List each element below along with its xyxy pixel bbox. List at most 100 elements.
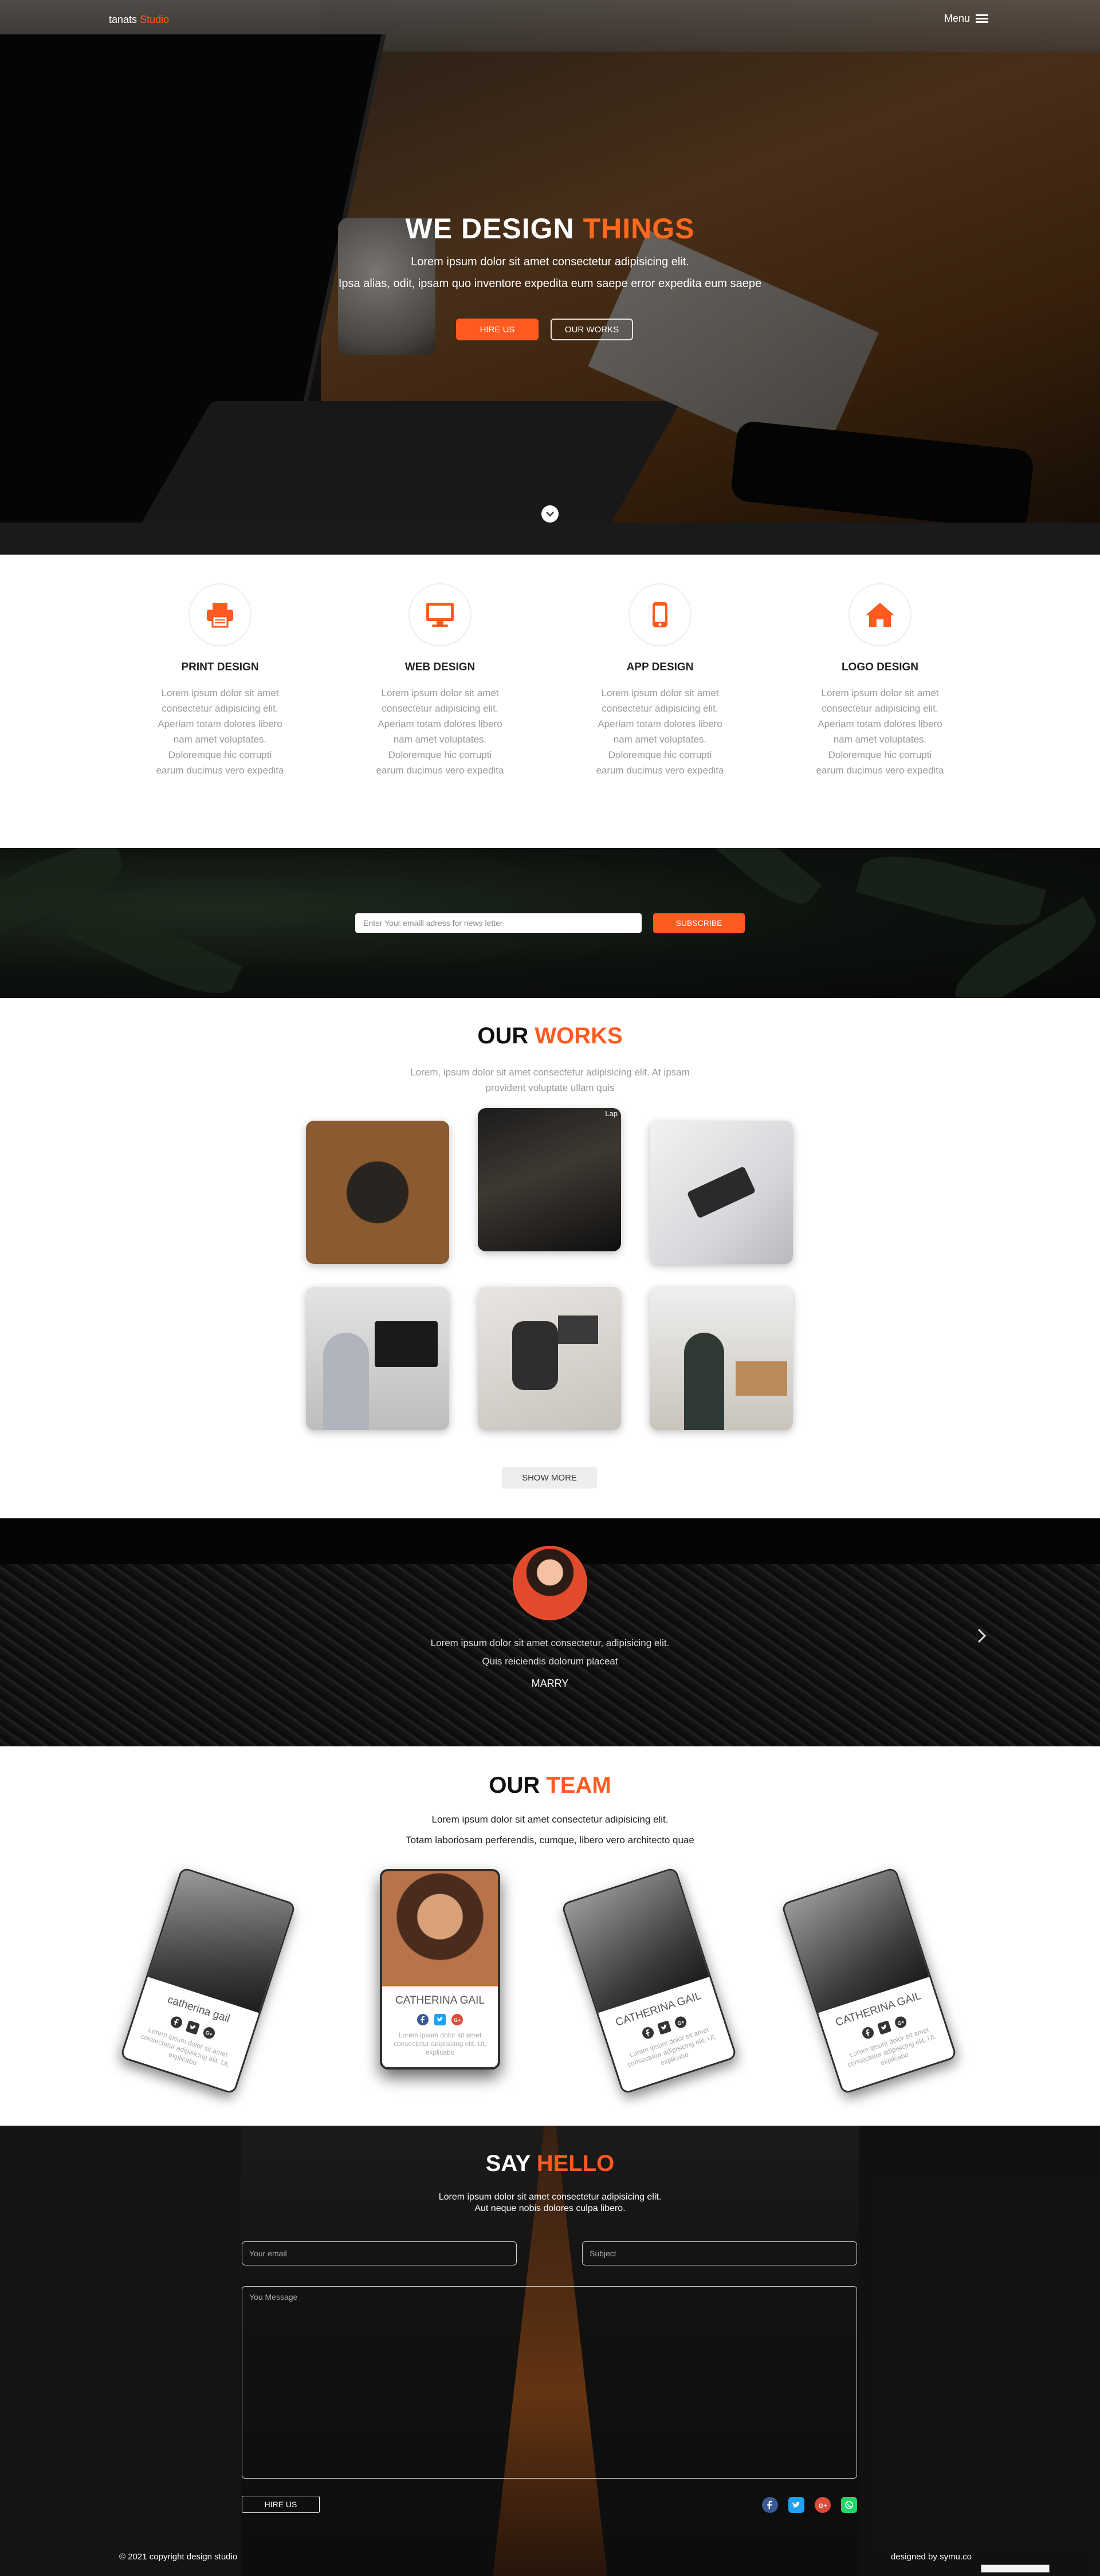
service-app-design: APP DESIGN Lorem ipsum dolor sit amet co… [586,583,734,778]
team-section: OUR TEAM Lorem ipsum dolor sit amet cons… [0,1746,1100,2126]
newsletter-section: SUBSCRIBE [0,848,1100,998]
hero-title-part1: WE DESIGN [405,213,575,245]
work-item-camera-gear[interactable] [306,1121,449,1264]
footer-facebook-icon[interactable] [762,2497,778,2513]
service-description: Lorem ipsum dolor sit amet consectetur a… [376,688,504,776]
team-title: OUR TEAM [0,1773,1100,1799]
broken-image-badge [981,2565,1050,2573]
laptop-shape [558,1316,598,1344]
hamburger-icon [976,14,989,23]
service-web-design: WEB DESIGN Lorem ipsum dolor sit amet co… [366,583,514,778]
leaf-decoration [855,848,1047,940]
svg-text:G+: G+ [819,2503,827,2508]
home-icon [866,603,894,627]
works-title-part2: WORKS [535,1023,623,1049]
facebook-icon[interactable] [169,2015,184,2030]
team-member-name: CATHERINA GAIL [395,1994,485,2006]
footer-credit[interactable]: designed by symu.co [891,2552,972,2562]
chevron-down-icon [546,512,554,517]
leaf-decoration [690,848,822,916]
service-description: Lorem ipsum dolor sit amet consectetur a… [816,688,944,776]
subscribe-button[interactable]: SUBSCRIBE [653,913,745,933]
work-hover-label: Lap [605,1109,618,1118]
brand-name-part2: Studio [140,14,170,25]
service-title: LOGO DESIGN [841,661,919,673]
facebook-icon[interactable] [861,2025,875,2040]
team-title-part2: TEAM [546,1773,611,1798]
contact-hire-us-button[interactable]: HIRE US [242,2496,320,2513]
team-member-photo [147,1868,294,2013]
show-more-button[interactable]: SHOW MORE [502,1467,597,1489]
team-card[interactable]: catherina gail G+ Lorem ipsum dolor sit … [120,1867,296,2095]
footer-copyright: © 2021 copyright design studio [119,2552,238,2562]
footer-google-plus-icon[interactable]: G+ [815,2497,831,2513]
menu-label: Menu [944,13,971,24]
svg-text:G+: G+ [897,2019,905,2026]
twitter-icon[interactable] [434,2014,446,2025]
work-item-phone-bed[interactable] [650,1121,793,1264]
twitter-icon[interactable] [877,2020,892,2035]
google-plus-icon[interactable]: G+ [202,2025,217,2040]
brand-logo[interactable]: tanats Studio [109,14,169,26]
hire-us-button[interactable]: HIRE US [456,319,539,340]
google-plus-icon[interactable]: G+ [451,2014,463,2025]
svg-text:G+: G+ [205,2029,213,2036]
twitter-icon[interactable] [657,2020,672,2035]
team-member-photo [783,1868,930,2013]
person-shape [323,1333,369,1430]
footer-twitter-icon[interactable] [788,2497,804,2513]
subject-field[interactable] [582,2241,857,2265]
menu-button[interactable]: Menu [944,13,989,25]
testimonial-avatar [513,1546,587,1620]
hero-section: tanats Studio Menu WE DESIGN THINGS Lore… [0,0,1100,555]
brand-name-part1: tanats [109,14,138,25]
works-section: OUR WORKS Lorem, ipsum dolor sit amet co… [0,998,1100,1518]
hero-title-part2: THINGS [583,213,695,245]
team-member-bio: Lorem ipsum dolor sit amet consectetur a… [393,2031,487,2056]
work-item-woman-laptop[interactable]: Lap [478,1108,621,1251]
team-card[interactable]: CATHERINA GAIL G+ Lorem ipsum dolor sit … [561,1867,737,2095]
contact-title-part2: HELLO [536,2151,615,2176]
team-subtitle-line2: Totam laboriosam perferendis, cumque, li… [406,1835,694,1845]
service-description: Lorem ipsum dolor sit amet consectetur a… [156,688,284,776]
twitter-icon[interactable] [185,2020,201,2035]
team-member-photo [563,1868,710,2013]
desktop-icon [426,603,454,627]
hero-title: WE DESIGN THINGS [0,212,1100,245]
email-field[interactable] [242,2241,517,2265]
message-field[interactable] [242,2286,857,2479]
service-title: WEB DESIGN [404,661,476,673]
work-item-woman-office[interactable] [650,1287,793,1430]
hero-subtitle-line2: Ipsa alias, odit, ipsam quo inventore ex… [338,277,762,290]
newsletter-email-input[interactable] [355,913,642,933]
work-item-desk-top-view[interactable] [478,1287,621,1430]
svg-text:G+: G+ [454,2017,461,2023]
accent-divider [382,1985,498,1986]
chevron-right-icon[interactable] [976,1627,988,1644]
google-plus-icon[interactable]: G+ [893,2015,908,2030]
team-card-active[interactable]: CATHERINA GAIL G+ Lorem ipsum dolor sit … [380,1869,500,2070]
testimonial-author: MARRY [531,1678,569,1689]
our-works-button[interactable]: OUR WORKS [551,319,633,340]
testimonial-section: Lorem ipsum dolor sit amet consectetur, … [0,1518,1100,1746]
monitor-shape [375,1321,438,1367]
scroll-down-button[interactable] [541,505,559,523]
work-item-man-monitor[interactable] [306,1287,449,1430]
svg-text:G+: G+ [677,2019,685,2026]
works-title-part1: OUR [477,1023,529,1049]
team-card[interactable]: CATHERINA GAIL G+ Lorem ipsum dolor sit … [781,1867,957,2095]
team-member-photo [382,1871,498,1985]
hero-bottom-band [0,523,1100,555]
google-plus-icon[interactable]: G+ [673,2015,688,2030]
person-shape [512,1321,558,1390]
testimonial-quote-line2: Quis reiciendis dolorum placeat [482,1656,618,1667]
phone-shape [686,1166,756,1219]
facebook-icon[interactable] [417,2014,429,2025]
works-subtitle: Lorem, ipsum dolor sit amet consectetur … [410,1067,690,1093]
service-print-design: PRINT DESIGN Lorem ipsum dolor sit amet … [146,583,294,778]
contact-title-part1: SAY [485,2151,531,2176]
footer-whatsapp-icon[interactable] [841,2497,857,2513]
service-logo-design: LOGO DESIGN Lorem ipsum dolor sit amet c… [806,583,954,778]
facebook-icon[interactable] [641,2025,655,2040]
contact-subtitle-line2: Aut neque nobis dolores culpa libero. [474,2204,626,2213]
